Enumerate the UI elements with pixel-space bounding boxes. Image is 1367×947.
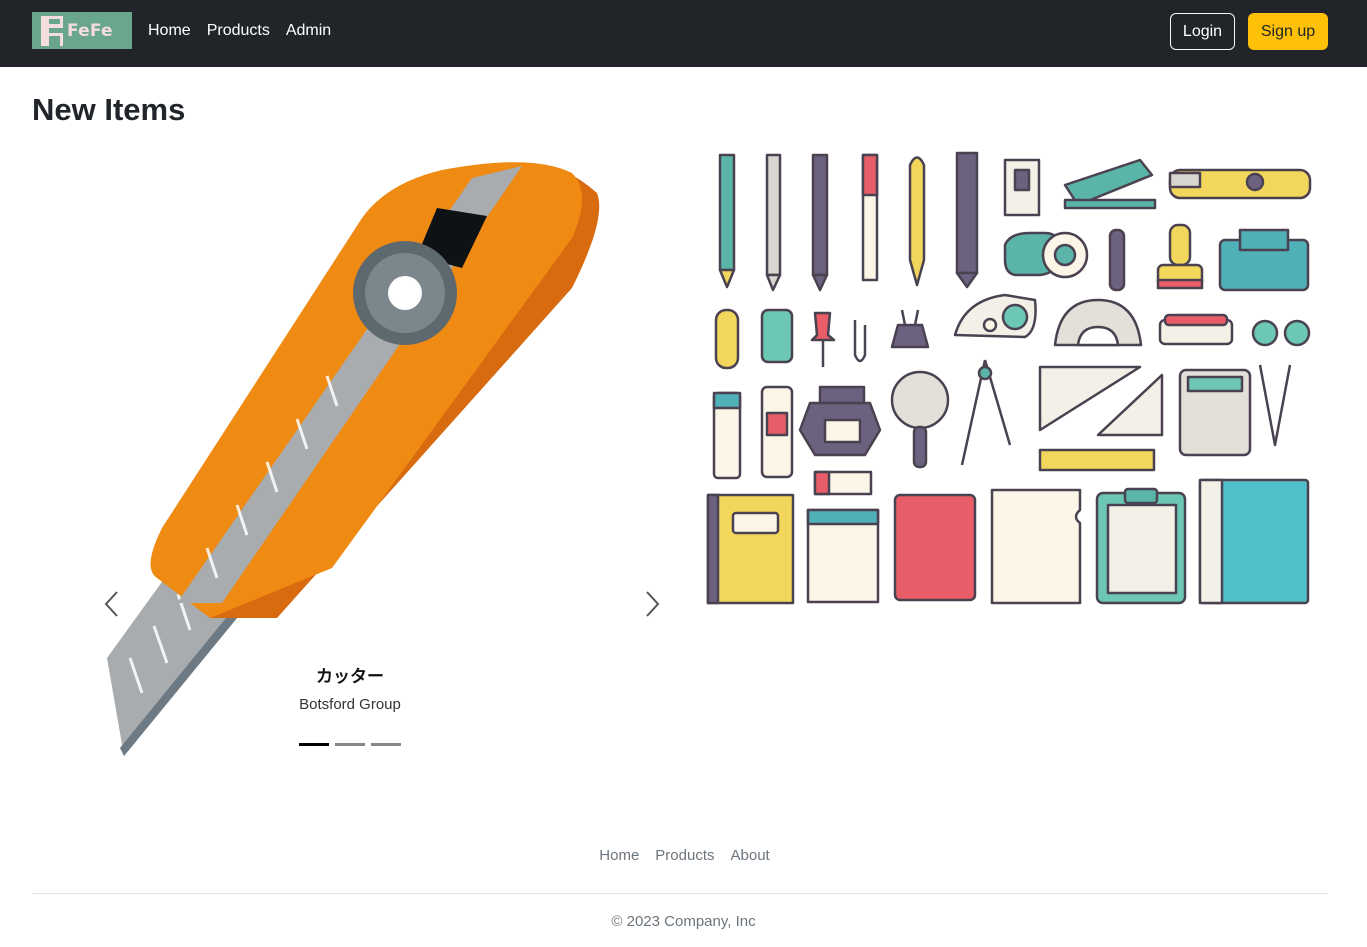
carousel-indicator[interactable] <box>335 743 365 746</box>
stationery-illustration <box>706 151 1312 605</box>
carousel-caption-title: カッター <box>316 667 384 686</box>
brand-logo[interactable]: FeFe <box>32 12 132 49</box>
footer-divider <box>32 893 1328 894</box>
signup-button[interactable]: Sign up <box>1248 13 1328 50</box>
chevron-left-icon <box>104 591 118 617</box>
carousel-indicator[interactable] <box>371 743 401 746</box>
footer-link-products[interactable]: Products <box>655 847 714 864</box>
carousel-caption-subtitle: Botsford Group <box>299 696 401 713</box>
nav-link-home[interactable]: Home <box>148 21 191 41</box>
carousel-prev-button[interactable] <box>92 584 132 624</box>
nav-link-admin[interactable]: Admin <box>286 21 331 41</box>
brand-letter-icon <box>41 15 63 46</box>
login-button[interactable]: Login <box>1170 13 1235 50</box>
brand-name: FeFe <box>67 20 113 41</box>
footer-links: Home Products About <box>0 847 1367 864</box>
chevron-right-icon <box>646 591 660 617</box>
carousel-next-button[interactable] <box>632 584 672 624</box>
page-title: New Items <box>32 92 186 127</box>
nav-link-products[interactable]: Products <box>207 21 270 41</box>
footer-link-home[interactable]: Home <box>599 847 639 864</box>
footer-link-about[interactable]: About <box>731 847 770 864</box>
top-navbar: FeFe Home Products Admin Login Sign up <box>0 0 1367 67</box>
carousel-indicator[interactable] <box>299 743 329 746</box>
nav-links: Home Products Admin <box>148 21 347 41</box>
carousel-indicators <box>299 743 401 746</box>
copyright-text: © 2023 Company, Inc <box>611 913 756 930</box>
